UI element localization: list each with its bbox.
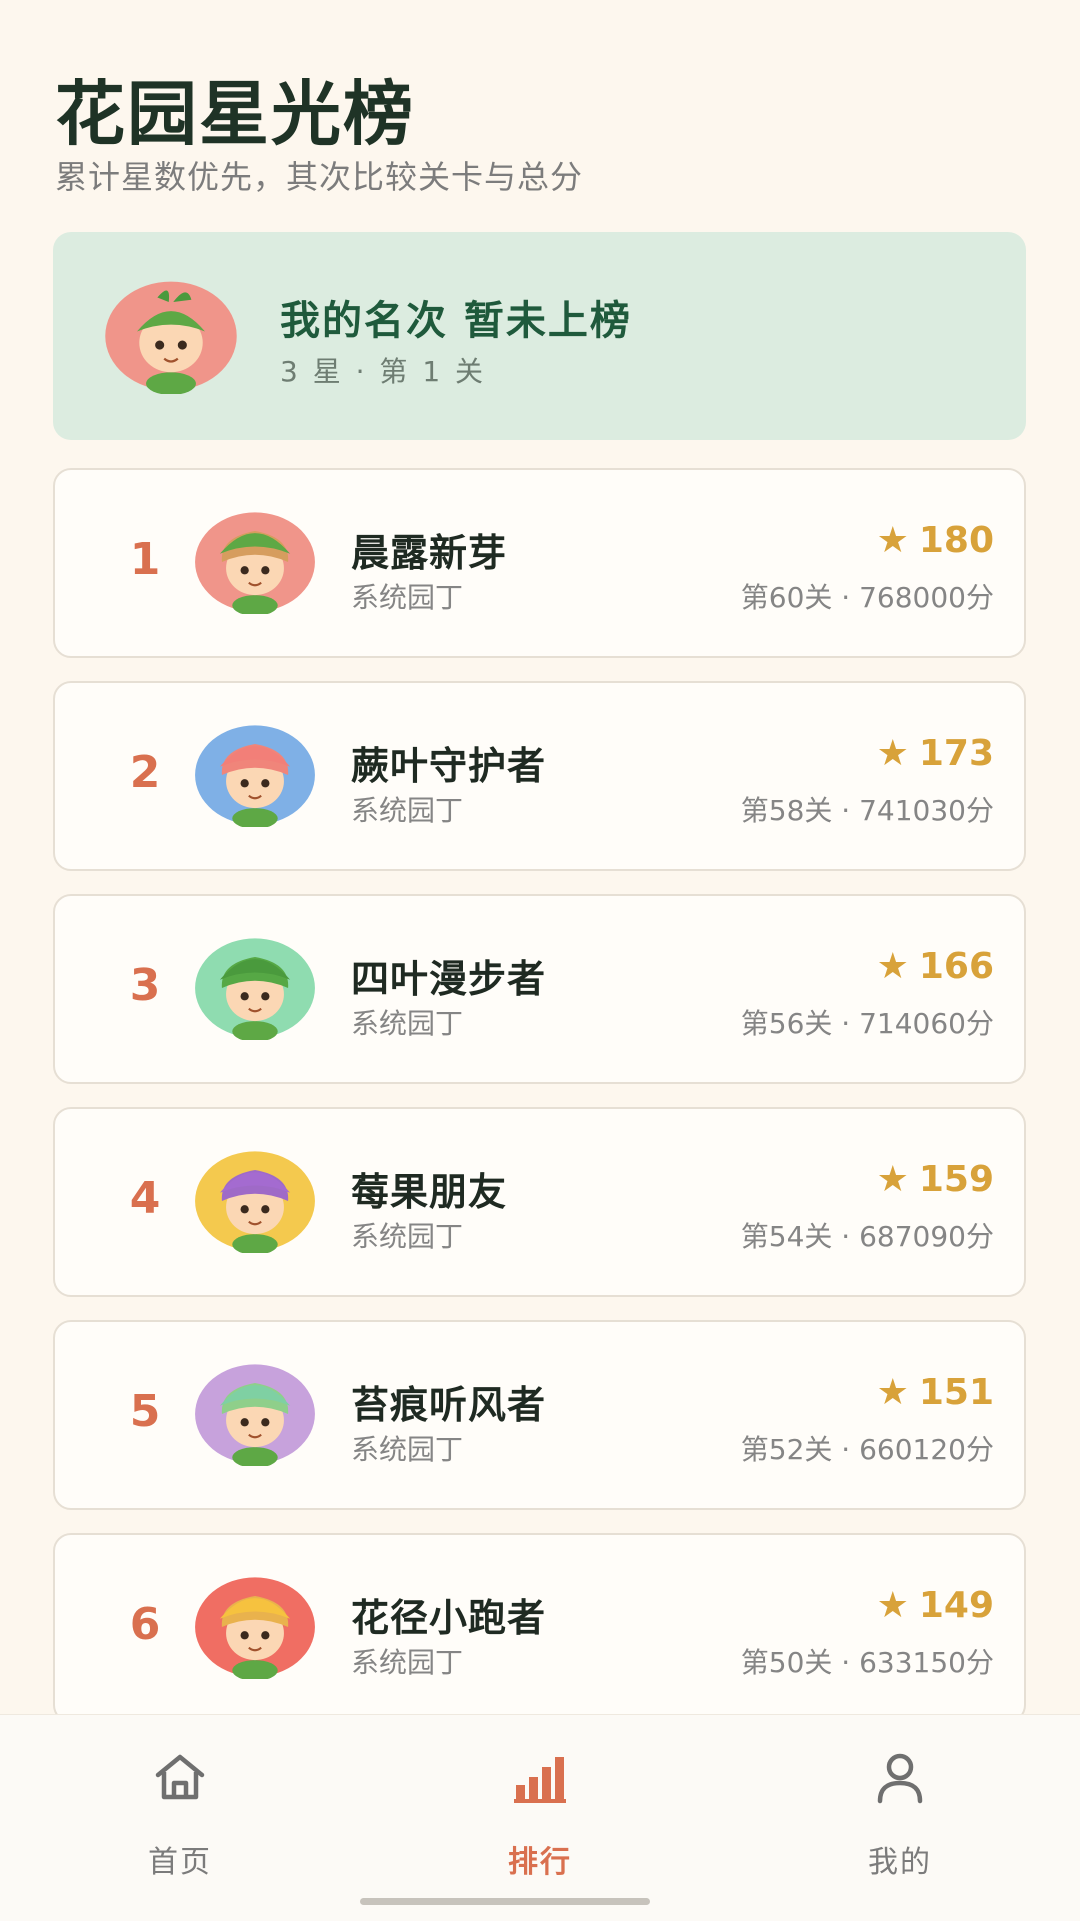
player-tag: 系统园丁 [351, 581, 464, 614]
home-icon [155, 1754, 205, 1800]
leaderboard-row[interactable]: 2 蕨叶守护者 系统园丁 ★ 173 第58关 · 741030分 [53, 681, 1026, 871]
player-avatar [195, 938, 315, 1040]
player-tag: 系统园丁 [351, 1646, 464, 1679]
rank-number: 3 [129, 960, 161, 1011]
star-icon: ★ [876, 946, 909, 987]
rank-number: 2 [129, 747, 161, 798]
player-name: 苔痕听风者 [351, 1383, 547, 1427]
bar-chart-icon [514, 1757, 566, 1803]
star-value: 173 [918, 733, 994, 774]
player-name: 晨露新芽 [351, 531, 508, 575]
tab-ranking-label: 排行 [508, 1845, 572, 1880]
tab-profile-label: 我的 [868, 1845, 932, 1880]
player-name: 花径小跑者 [351, 1596, 547, 1640]
leaderboard-row[interactable]: 6 花径小跑者 系统园丁 ★ 149 第50关 · 633150分 [53, 1533, 1026, 1723]
leaderboard-row[interactable]: 1 晨露新芽 系统园丁 ★ 180 第60关 · 768000分 [53, 468, 1026, 658]
star-count: ★ 166 [877, 946, 994, 987]
star-icon: ★ [876, 520, 909, 561]
rank-number: 5 [129, 1386, 161, 1437]
level-score: 第56关 · 714060分 [740, 1007, 994, 1040]
level-score: 第58关 · 741030分 [740, 794, 994, 827]
player-avatar [195, 1151, 315, 1253]
player-tag: 系统园丁 [351, 1433, 464, 1466]
player-avatar [195, 1577, 315, 1679]
tab-home-label: 首页 [148, 1845, 212, 1880]
level-score: 第60关 · 768000分 [740, 581, 994, 614]
rank-number: 4 [129, 1173, 161, 1224]
star-value: 166 [918, 946, 994, 987]
tab-home[interactable]: 首页 [90, 1745, 270, 1881]
player-avatar [195, 1364, 315, 1466]
player-avatar [195, 725, 315, 827]
player-tag: 系统园丁 [351, 1220, 464, 1253]
star-icon: ★ [876, 733, 909, 774]
star-icon: ★ [876, 1372, 909, 1413]
home-indicator[interactable] [360, 1898, 650, 1905]
star-count: ★ 149 [877, 1585, 994, 1626]
level-score: 第52关 · 660120分 [740, 1433, 994, 1466]
my-avatar [105, 281, 237, 394]
my-stats-text: 3 星 · 第 1 关 [280, 355, 487, 388]
page-subtitle: 累计星数优先，其次比较关卡与总分 [55, 158, 584, 196]
star-value: 149 [918, 1585, 994, 1626]
level-score: 第54关 · 687090分 [740, 1220, 994, 1253]
my-rank-card: 我的名次 暂未上榜 3 星 · 第 1 关 [53, 232, 1026, 440]
player-tag: 系统园丁 [351, 1007, 464, 1040]
star-icon: ★ [876, 1159, 909, 1200]
tab-profile[interactable]: 我的 [810, 1745, 990, 1881]
star-count: ★ 151 [877, 1372, 994, 1413]
star-count: ★ 173 [877, 733, 994, 774]
my-rank-text: 我的名次 暂未上榜 [280, 298, 632, 344]
leaderboard-row[interactable]: 3 四叶漫步者 系统园丁 ★ 166 第56关 · 714060分 [53, 894, 1026, 1084]
level-score: 第50关 · 633150分 [740, 1646, 994, 1679]
rank-number: 1 [129, 534, 161, 585]
star-value: 151 [918, 1372, 994, 1413]
player-name: 莓果朋友 [351, 1170, 508, 1214]
leaderboard-list: 1 晨露新芽 系统园丁 ★180 第60关 · 768000分 2 蕨叶守护者 [53, 468, 1026, 1746]
bottom-tab-bar: 首页 排行 我的 [0, 1714, 1080, 1921]
star-count: ★ 180 [877, 520, 994, 561]
star-count: ★ 159 [877, 1159, 994, 1200]
leaderboard-row[interactable]: 5 苔痕听风者 系统园丁 ★ 151 第52关 · 660120分 [53, 1320, 1026, 1510]
player-name: 蕨叶守护者 [351, 744, 547, 788]
star-value: 180 [918, 520, 994, 561]
rank-number: 6 [129, 1599, 161, 1650]
user-icon [877, 1753, 923, 1804]
leaderboard-row[interactable]: 4 莓果朋友 系统园丁 ★ 159 第54关 · 687090分 [53, 1107, 1026, 1297]
player-avatar [195, 512, 315, 614]
player-tag: 系统园丁 [351, 794, 464, 827]
player-name: 四叶漫步者 [351, 957, 547, 1001]
page-title: 花园星光榜 [55, 73, 415, 155]
star-value: 159 [918, 1159, 994, 1200]
star-icon: ★ [876, 1585, 909, 1626]
tab-ranking[interactable]: 排行 [450, 1745, 630, 1881]
